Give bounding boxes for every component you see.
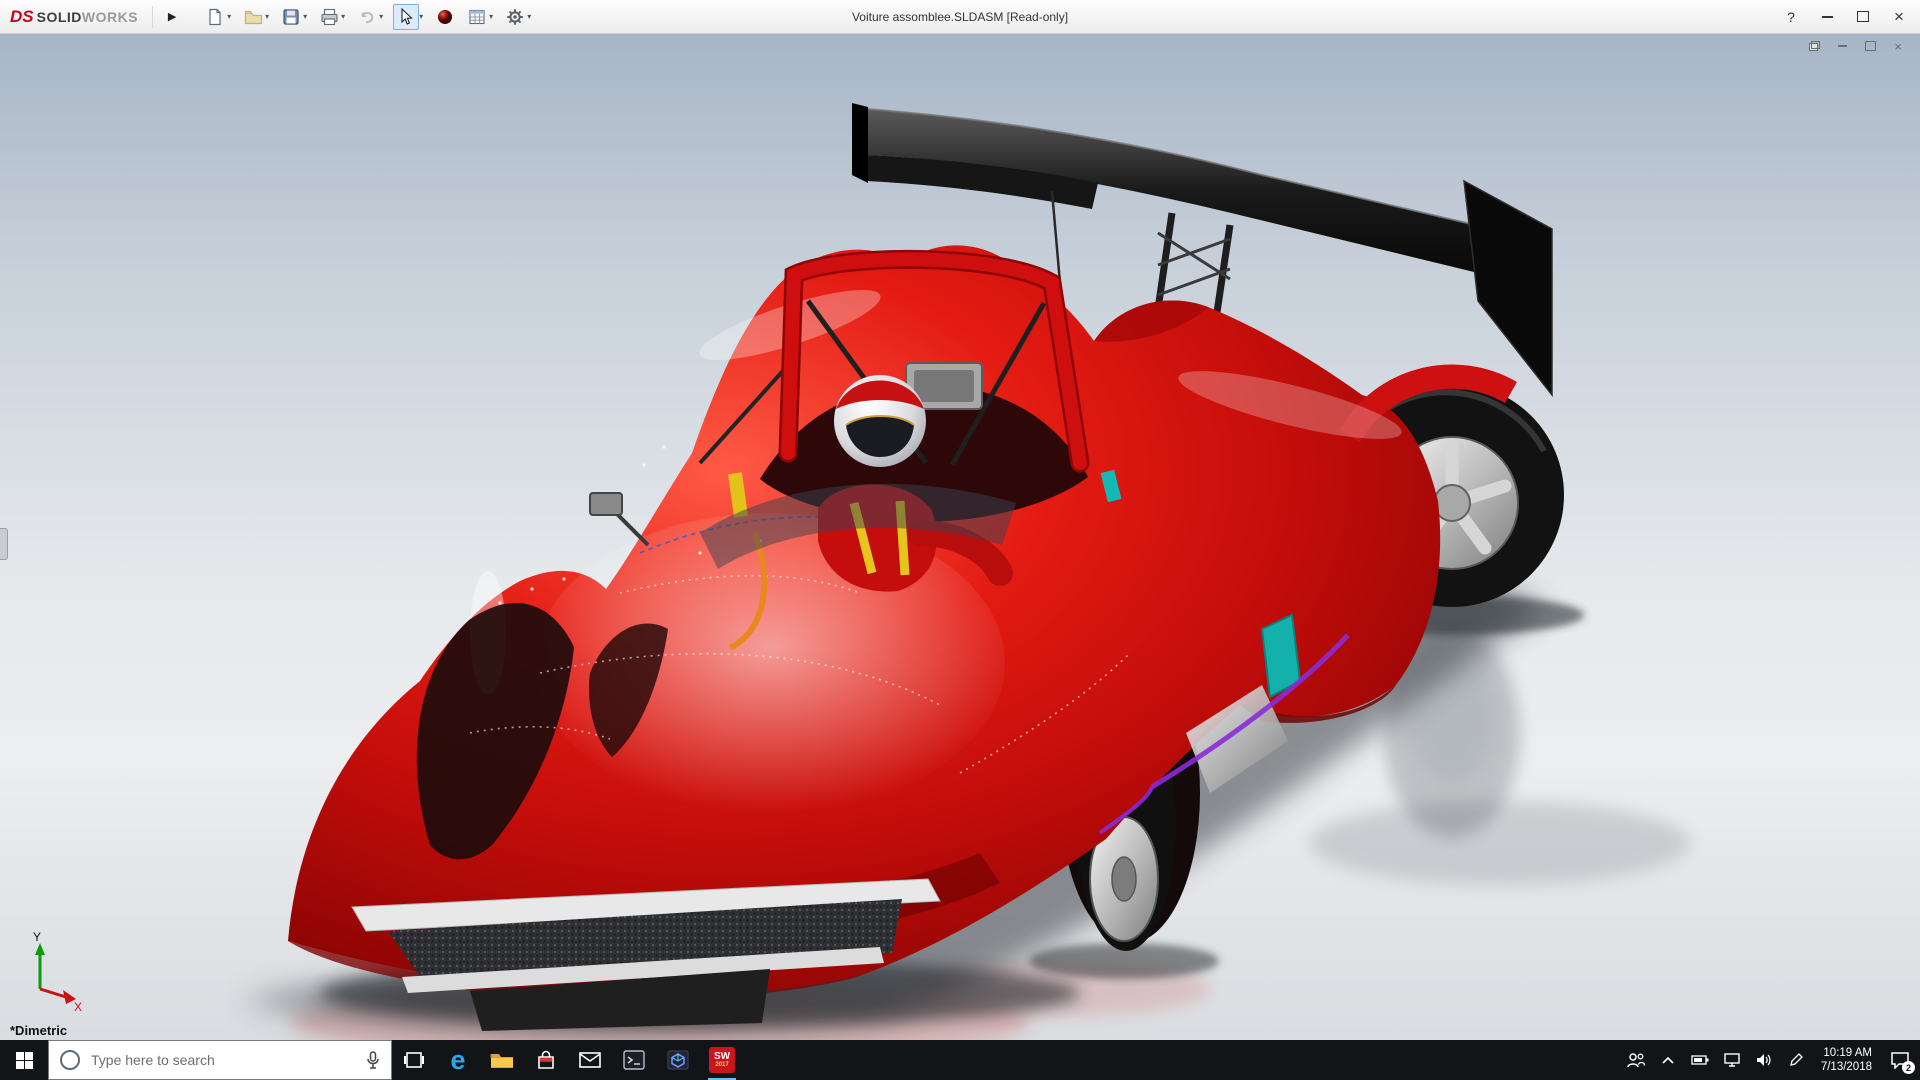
close-button[interactable]: × [1884,5,1914,29]
flyout-arrow-icon: ▶ [167,11,177,23]
child-maximize-icon [1864,41,1876,51]
print-button[interactable] [317,5,341,29]
taskbar-search[interactable] [48,1040,392,1080]
cortana-icon[interactable] [60,1050,80,1070]
new-dropdown-caret[interactable]: ▾ [227,12,231,21]
solidworks-logo: DS SOLID WORKS [10,6,139,26]
file-explorer-button[interactable] [480,1040,524,1080]
system-tray [1623,1040,1809,1080]
design-table-button[interactable] [465,5,489,29]
new-document-button[interactable] [203,5,227,29]
minimize-icon [1821,15,1833,18]
undo-arrow-icon [361,11,374,23]
select-tool-button[interactable] [393,3,420,30]
mail-icon [579,1052,601,1068]
edrawings-button[interactable] [656,1040,700,1080]
undo-button[interactable] [355,5,379,29]
pen-button[interactable] [1783,1040,1809,1080]
clock-time: 10:19 AM [1823,1047,1872,1059]
child-minimize-button[interactable] [1834,38,1850,54]
triad-y-label: Y [33,930,41,944]
microphone-icon[interactable] [365,1051,381,1069]
child-maximize-button[interactable] [1862,38,1878,54]
taskbar-clock[interactable]: 10:19 AM 7/13/2018 [1821,1046,1872,1074]
design-table-icon [469,9,485,24]
antenna [1050,190,1062,284]
child-window-icon[interactable] [1806,38,1822,54]
child-close-icon: × [1894,38,1902,54]
open-button[interactable] [241,5,265,29]
window-controls: ? × [1776,0,1914,33]
search-input[interactable] [89,1051,365,1069]
menu-flyout-button[interactable]: ▶ [152,5,181,28]
battery-icon [1691,1055,1709,1065]
app-titlebar: DS SOLID WORKS ▶ ▾ ▾ ▾ ▾ ▾ ▾ ▾ ▾ Voiture… [0,0,1920,34]
network-button[interactable] [1719,1040,1745,1080]
network-icon [1724,1053,1740,1067]
maximize-button[interactable] [1848,5,1878,29]
task-view-icon [404,1052,424,1068]
options-button[interactable] [503,5,527,29]
print-dropdown-caret[interactable]: ▾ [341,12,345,21]
3d-model-scene[interactable]: Y X [0,33,1920,1040]
save-floppy-icon [283,8,299,25]
select-dropdown-caret[interactable]: ▾ [419,12,423,21]
solidworks-taskbar-button[interactable]: SW 2017 [700,1040,744,1080]
triad-x-label: X [74,1000,82,1014]
edrawings-icon [667,1050,689,1070]
ds-logo-icon: DS [10,6,34,26]
command-prompt-button[interactable] [612,1040,656,1080]
clock-date: 7/13/2018 [1820,1061,1872,1073]
select-cursor-icon [401,7,413,25]
feature-panel-splitter[interactable] [0,528,8,560]
file-explorer-icon [490,1054,513,1068]
child-close-button[interactable]: × [1890,38,1906,54]
minimize-button[interactable] [1812,5,1842,29]
save-dropdown-caret[interactable]: ▾ [303,12,307,21]
solidworks-app-icon: SW 2017 [709,1047,735,1073]
start-button[interactable] [0,1040,48,1080]
task-view-button[interactable] [392,1040,436,1080]
options-dropdown-caret[interactable]: ▾ [527,12,531,21]
mail-button[interactable] [568,1040,612,1080]
command-prompt-icon [623,1050,645,1070]
view-orientation-label: *Dimetric [10,1023,68,1038]
help-button[interactable]: ? [1776,5,1806,29]
edge-icon: e [450,1044,466,1075]
action-center-button[interactable]: 2 [1880,1040,1920,1080]
chevron-up-icon [1662,1056,1674,1064]
graphics-viewport[interactable]: × Y X *Dimetric [0,33,1920,1040]
people-icon [1627,1053,1645,1068]
quick-access-toolbar: ▾ ▾ ▾ ▾ ▾ ▾ ▾ ▾ [203,3,539,30]
undo-dropdown-caret[interactable]: ▾ [379,12,383,21]
child-minimize-icon [1837,45,1847,47]
new-document-icon [209,8,221,25]
left-mirror [612,509,650,547]
save-button[interactable] [279,5,303,29]
windows-taskbar: e SW 2 [0,1040,1920,1080]
maximize-icon [1857,11,1869,22]
store-button[interactable] [524,1040,568,1080]
appearances-button[interactable] [433,5,457,29]
notification-badge: 2 [1902,1061,1915,1074]
edge-button[interactable]: e [436,1040,480,1080]
windows-logo-icon [15,1051,33,1069]
hidden-icons-button[interactable] [1655,1040,1681,1080]
child-window-controls: × [1806,38,1906,54]
orientation-triad: Y X [33,930,82,1014]
open-folder-icon [244,10,262,24]
appearance-sphere-icon [438,9,453,24]
battery-button[interactable] [1687,1040,1713,1080]
printer-icon [321,8,338,25]
people-button[interactable] [1623,1040,1649,1080]
design-table-dropdown-caret[interactable]: ▾ [489,12,493,21]
volume-icon [1756,1054,1771,1066]
volume-button[interactable] [1751,1040,1777,1080]
options-gear-icon [507,8,523,25]
store-bag-icon [538,1050,554,1069]
close-icon: × [1894,6,1904,26]
open-dropdown-caret[interactable]: ▾ [265,12,269,21]
pen-icon [1789,1053,1803,1066]
